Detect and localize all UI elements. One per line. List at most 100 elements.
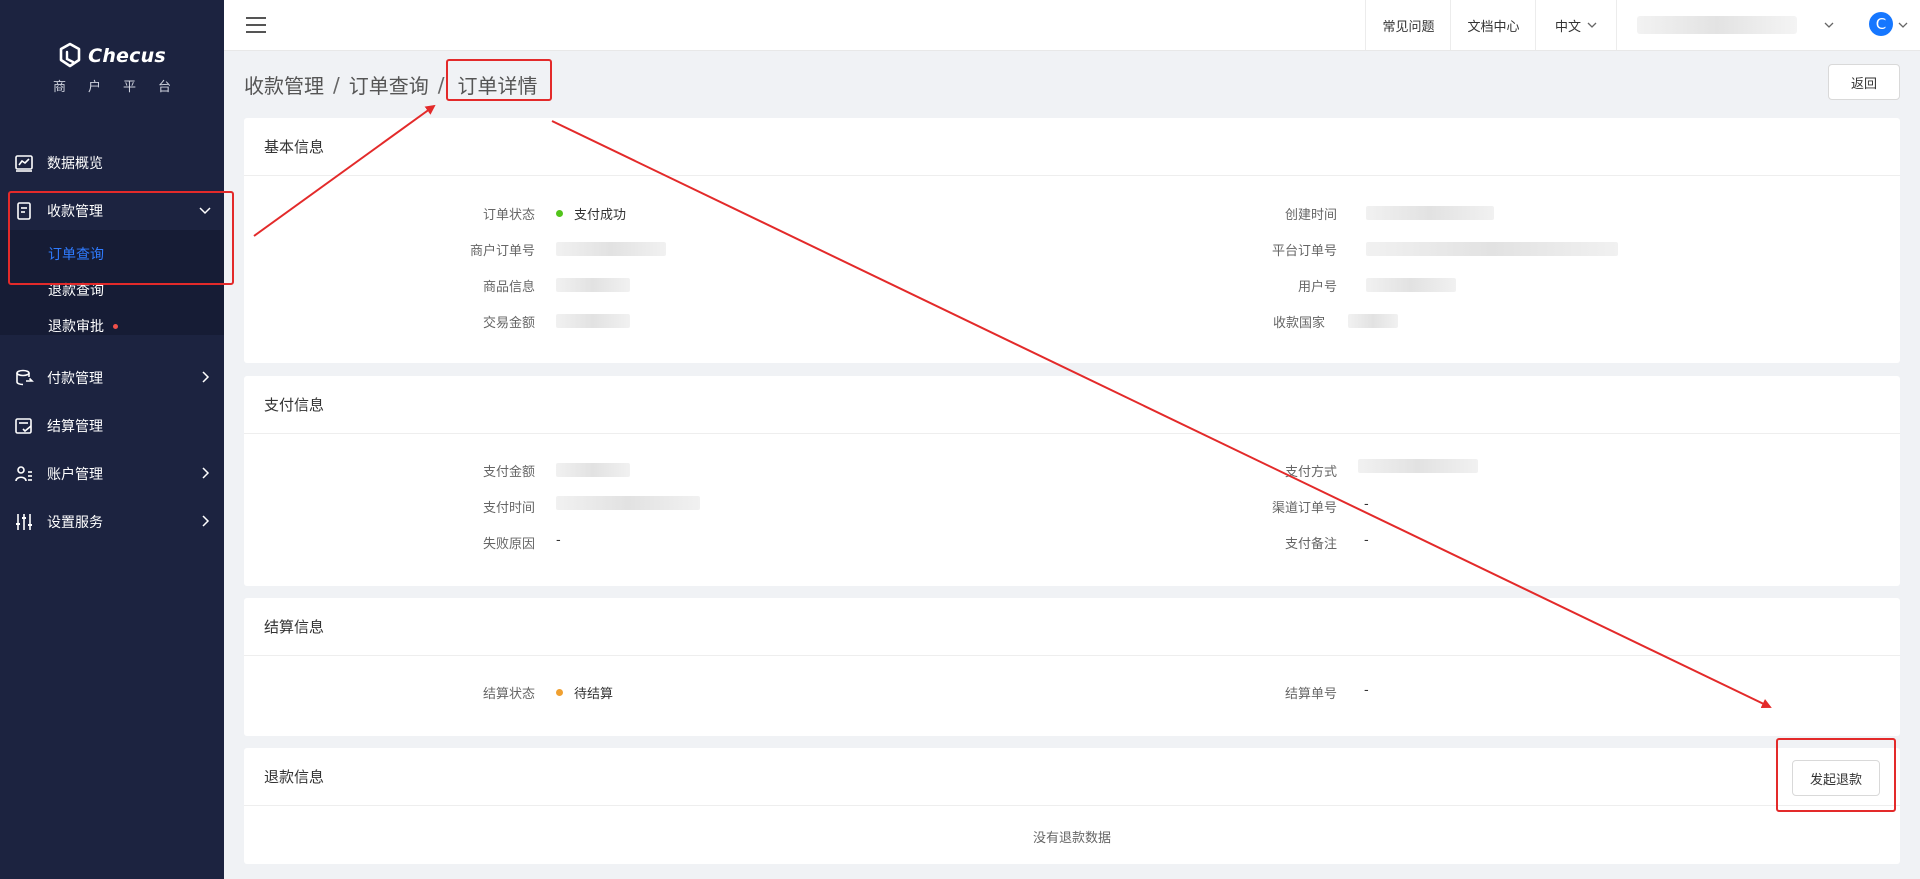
sidebar-subitem-label: 退款查询 (48, 283, 104, 299)
language-select[interactable]: 中文 (1535, 0, 1617, 50)
sidebar-subitem-refund-query[interactable]: 退款查询 (48, 275, 104, 305)
field-label: 支付时间 (482, 501, 535, 516)
field-label: 商品信息 (482, 280, 535, 295)
chevron-down-icon (199, 207, 211, 215)
basic-info-card: 基本信息 订单状态 支付成功 商户订单号 商品信息 交易金额 创建时间 平台订单… (244, 118, 1900, 363)
brand-subtitle: 商户平台 (52, 80, 193, 95)
sidebar-item-label: 付款管理 (47, 371, 103, 387)
sidebar-subitem-label: 订单查询 (48, 247, 104, 263)
status-text: 支付成功 (574, 208, 627, 223)
status-text: 待结算 (574, 687, 614, 702)
field-label: 支付方式 (1284, 465, 1337, 480)
chevron-down-icon (1824, 22, 1834, 28)
status-dot (556, 210, 563, 217)
chevron-down-icon (1587, 22, 1597, 28)
status-dot (556, 689, 563, 696)
field-label: 结算状态 (482, 687, 535, 702)
redacted-value (556, 242, 666, 256)
sidebar-item-label: 设置服务 (47, 515, 103, 531)
receipt-icon (14, 201, 34, 221)
checus-logo-icon (59, 42, 81, 68)
field-label: 收款国家 (1272, 316, 1325, 331)
payment-info-card: 支付信息 支付金额 支付时间 失败原因 - 支付方式 渠道订单号 - 支付备注 … (244, 376, 1900, 586)
sidebar-item-collection[interactable]: 收款管理 (0, 193, 224, 229)
breadcrumb-separator: / (437, 72, 445, 97)
chevron-down-icon (1898, 22, 1908, 28)
chevron-right-icon (202, 515, 210, 527)
chevron-right-icon (202, 467, 210, 479)
redacted-value (556, 463, 630, 477)
initiate-refund-button[interactable]: 发起退款 (1792, 760, 1880, 796)
settlement-number-value: - (1364, 683, 1369, 698)
sidebar-item-label: 结算管理 (47, 419, 103, 435)
breadcrumb-item[interactable]: 收款管理 (244, 70, 324, 99)
field-label: 支付备注 (1284, 537, 1337, 552)
field-label: 结算单号 (1284, 687, 1337, 702)
docs-link[interactable]: 文档中心 (1450, 0, 1536, 50)
payment-out-icon (14, 368, 34, 388)
sidebar-item-dashboard[interactable]: 数据概览 (0, 145, 224, 181)
back-button[interactable]: 返回 (1828, 64, 1900, 100)
card-title: 基本信息 (264, 138, 325, 156)
divider (244, 655, 1900, 656)
divider (244, 175, 1900, 176)
chevron-right-icon (202, 371, 210, 383)
settlement-icon (14, 416, 34, 436)
redacted-value (1348, 314, 1398, 328)
field-label: 用户号 (1297, 280, 1337, 295)
redacted-value (1366, 278, 1456, 292)
fail-reason-value: - (556, 533, 561, 548)
sidebar-item-payment[interactable]: 付款管理 (0, 360, 224, 396)
redacted-value (556, 278, 630, 292)
redacted-value (556, 496, 700, 510)
empty-state: 没有退款数据 (1032, 831, 1111, 846)
sidebar-item-label: 数据概览 (47, 156, 103, 172)
settlement-info-card: 结算信息 结算状态 待结算 结算单号 - (244, 598, 1900, 736)
language-label: 中文 (1554, 19, 1581, 35)
divider (244, 433, 1900, 434)
divider (244, 805, 1900, 806)
redacted-value (1366, 242, 1618, 256)
notification-dot (113, 323, 118, 329)
avatar[interactable]: C (1869, 12, 1893, 36)
sidebar-subitem-refund-approval[interactable]: 退款审批 (48, 311, 118, 341)
user-account-redacted (1637, 16, 1797, 34)
brand-name: Checus (88, 45, 166, 67)
sidebar-subitem-order-query[interactable]: 订单查询 (48, 239, 104, 269)
breadcrumb-item[interactable]: 订单查询 (349, 70, 429, 99)
field-label: 创建时间 (1284, 208, 1337, 223)
redacted-value (1366, 206, 1494, 220)
remark-value: - (1364, 533, 1369, 548)
field-label: 渠道订单号 (1271, 501, 1337, 516)
card-title: 退款信息 (264, 768, 325, 786)
card-title: 支付信息 (264, 396, 325, 414)
sidebar-item-label: 收款管理 (47, 204, 103, 220)
chart-line-icon (14, 153, 34, 173)
sidebar-item-account[interactable]: 账户管理 (0, 456, 224, 492)
refund-info-card: 退款信息 没有退款数据 (244, 748, 1900, 864)
faq-link[interactable]: 常见问题 (1365, 0, 1451, 50)
field-label: 订单状态 (482, 208, 535, 223)
top-header: 常见问题 文档中心 中文 C (224, 0, 1920, 51)
sidebar-item-settlement[interactable]: 结算管理 (0, 408, 224, 444)
sidebar-item-label: 账户管理 (47, 467, 103, 483)
field-label: 交易金额 (482, 316, 535, 331)
field-label: 平台订单号 (1271, 244, 1337, 259)
user-menu[interactable]: C (1616, 0, 1920, 50)
field-label: 失败原因 (482, 537, 535, 552)
card-title: 结算信息 (264, 618, 325, 636)
brand-logo[interactable]: Checus 商户平台 (0, 42, 224, 95)
order-status-value: 支付成功 (556, 204, 626, 223)
settlement-status-value: 待结算 (556, 683, 613, 702)
sidebar-subitem-label: 退款审批 (48, 319, 104, 335)
breadcrumb: 收款管理 / 订单查询 / 订单详情 (244, 68, 542, 101)
field-label: 支付金额 (482, 465, 535, 480)
redacted-value (556, 314, 630, 328)
settings-sliders-icon (14, 512, 34, 532)
breadcrumb-separator: / (333, 72, 340, 97)
sidebar-item-settings[interactable]: 设置服务 (0, 504, 224, 540)
channel-order-value: - (1364, 497, 1369, 512)
account-icon (14, 464, 34, 484)
menu-toggle-icon[interactable] (246, 17, 266, 33)
sidebar: Checus 商户平台 数据概览 收款管理 订单查询 退款查询 退款审批 付款管… (0, 0, 224, 879)
